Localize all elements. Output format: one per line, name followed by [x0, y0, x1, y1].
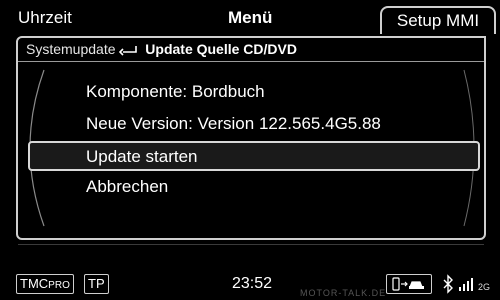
- tmc-badge[interactable]: TMCPRO: [16, 274, 74, 294]
- tab-setup-mmi[interactable]: Setup MMI: [380, 6, 496, 34]
- panel-bottom-divider: [18, 244, 484, 245]
- phone-car-icon: [386, 274, 432, 294]
- cancel-button[interactable]: Abbrechen: [86, 177, 168, 197]
- tab-menu[interactable]: Menü: [228, 8, 272, 28]
- start-update-button[interactable]: Update starten: [28, 141, 480, 171]
- start-update-label: Update starten: [86, 147, 198, 166]
- clock: 23:52: [232, 275, 273, 292]
- list-item-component: Komponente: Bordbuch: [86, 82, 265, 101]
- network-type: 2G: [478, 282, 491, 292]
- watermark: MOTOR-TALK.DE: [300, 288, 387, 298]
- bluetooth-icon: [443, 274, 453, 294]
- tab-bar: Uhrzeit Menü Setup MMI: [0, 0, 500, 34]
- header-divider: [18, 61, 484, 62]
- main-panel: [16, 36, 486, 240]
- tp-badge[interactable]: TP: [84, 274, 109, 294]
- signal-icon: [459, 278, 473, 291]
- panel-header: Systemupdate Update Quelle CD/DVD: [26, 41, 297, 61]
- tmc-sub-label: PRO: [48, 280, 70, 291]
- list-item-new-version: Neue Version: Version 122.565.4G5.88: [86, 114, 381, 133]
- return-arrow-icon[interactable]: [119, 43, 141, 59]
- breadcrumb: Systemupdate: [26, 41, 116, 57]
- page-title: Update Quelle CD/DVD: [145, 41, 297, 57]
- tab-uhrzeit[interactable]: Uhrzeit: [18, 8, 72, 28]
- tmc-label: TMC: [20, 276, 49, 291]
